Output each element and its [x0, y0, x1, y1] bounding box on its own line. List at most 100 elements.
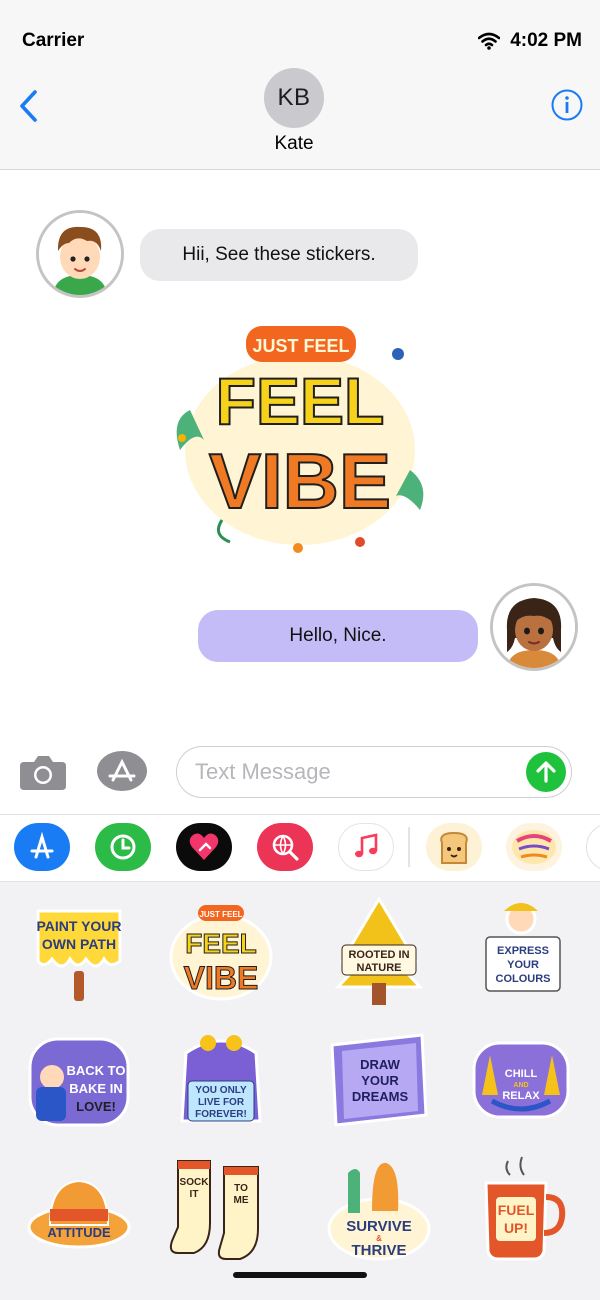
- app-store-button-icon[interactable]: [96, 750, 148, 792]
- sticker-paint-your-own-path[interactable]: PAINT YOUR OWN PATH: [14, 892, 144, 1012]
- composer-bar: [0, 740, 600, 810]
- sticker-line: RELAX: [502, 1090, 540, 1102]
- outgoing-message-bubble[interactable]: Hello, Nice.: [198, 610, 478, 662]
- sticker-vibe-text: VIBE: [209, 437, 391, 525]
- app-store-app[interactable]: [14, 823, 70, 871]
- sticker-line: ME: [234, 1195, 249, 1206]
- sticker-line: BACK TO: [67, 1063, 126, 1078]
- sticker-line: FOREVER!: [195, 1109, 247, 1120]
- send-button[interactable]: [526, 752, 566, 792]
- sticker-line: DREAMS: [352, 1089, 409, 1104]
- camera-icon[interactable]: [18, 752, 68, 792]
- digital-touch-app[interactable]: [176, 823, 232, 871]
- clock: 4:02 PM: [510, 30, 582, 51]
- back-chevron-icon[interactable]: [14, 86, 44, 126]
- home-indicator[interactable]: [233, 1272, 367, 1278]
- sticker-line: SOCK: [180, 1177, 210, 1188]
- my-avatar: [490, 583, 578, 671]
- images-search-app[interactable]: [257, 823, 313, 871]
- sticker-line: FEEL: [185, 928, 257, 959]
- sticker-line: YOUR: [361, 1073, 399, 1088]
- globe-search-icon: [272, 834, 299, 861]
- sticker-attitude[interactable]: ATTITUDE: [14, 1150, 144, 1270]
- sticker-pack-start-where-you-are-app[interactable]: [506, 823, 562, 871]
- sticker-top-text: JUST FEEL: [252, 336, 349, 356]
- sticker-line: SURVIVE: [346, 1218, 412, 1235]
- sticker-line: DRAW: [360, 1057, 400, 1072]
- sticker-line: ATTITUDE: [47, 1225, 111, 1240]
- sticker-back-to-bake-in-love[interactable]: BACK TO BAKE IN LOVE!: [14, 1020, 144, 1140]
- sticker-art: JUST FEEL FEEL VIBE: [169, 905, 273, 1001]
- sticker-line: YOUR: [507, 959, 539, 971]
- sticker-art: YOU ONLY LIVE FOR FOREVER!: [180, 1035, 262, 1123]
- sticker-rooted-in-nature[interactable]: ROOTED IN NATURE: [314, 892, 444, 1012]
- send-arrow-icon: [536, 761, 556, 783]
- sticker-art: ATTITUDE: [27, 1179, 131, 1249]
- sticker-line: COLOURS: [496, 973, 551, 985]
- sticker-art: SURVIVE & THRIVE: [327, 1162, 431, 1261]
- sticker-art: FUEL UP!: [484, 1156, 566, 1261]
- sticker-line: NATURE: [356, 962, 401, 974]
- sticker-you-only-live-for-forever[interactable]: YOU ONLY LIVE FOR FOREVER!: [156, 1020, 286, 1140]
- sticker-art: PAINT YOUR OWN PATH: [36, 909, 122, 1001]
- feel-vibe-sticker[interactable]: JUST FEEL FEEL VIBE: [160, 320, 440, 560]
- sticker-pack-toast-app[interactable]: [426, 823, 482, 871]
- app-store-icon: [30, 831, 54, 859]
- music-note-icon: [355, 833, 378, 858]
- sticker-line: BAKE IN: [69, 1081, 122, 1096]
- conversation-header: KB Kate: [0, 60, 600, 170]
- girl-avatar-illustration: [493, 586, 575, 668]
- sticker-art: ROOTED IN NATURE: [334, 896, 424, 1005]
- sticker-line: CHILL: [505, 1068, 538, 1080]
- sticker-line: THRIVE: [351, 1242, 406, 1259]
- sticker-line: PAINT YOUR: [36, 918, 121, 934]
- sticker-line: EXPRESS: [497, 945, 549, 957]
- sticker-line: IT: [190, 1189, 199, 1200]
- sender-avatar: [36, 210, 124, 298]
- sticker-line: TO: [234, 1183, 248, 1194]
- sticker-grid: PAINT YOUR OWN PATH JUST FEEL FEEL VIBE …: [0, 882, 600, 1300]
- more-apps-partial[interactable]: [586, 823, 600, 871]
- sticker-line: VIBE: [184, 960, 259, 996]
- activity-app[interactable]: [95, 823, 151, 871]
- sticker-line: ROOTED IN: [348, 949, 409, 961]
- sticker-line: AND: [513, 1082, 528, 1089]
- sticker-express-your-colours[interactable]: EXPRESS YOUR COLOURS: [456, 892, 586, 1012]
- sticker-draw-your-dreams[interactable]: DRAW YOUR DREAMS: [314, 1020, 444, 1140]
- status-right: 4:02 PM: [478, 30, 582, 52]
- imessage-app-drawer: [0, 814, 600, 882]
- wifi-icon: [478, 32, 501, 50]
- message-input[interactable]: [195, 757, 515, 787]
- sticker-chill-and-relax[interactable]: CHILL AND RELAX: [456, 1020, 586, 1140]
- carrier-label: Carrier: [22, 30, 85, 51]
- sticker-art: EXPRESS YOUR COLOURS: [485, 903, 561, 992]
- start-where-you-are-icon: [512, 830, 556, 864]
- message-text-field: [176, 746, 572, 798]
- contact-name[interactable]: Kate: [0, 133, 588, 155]
- sticker-art: SOCK IT TO ME: [169, 1160, 259, 1260]
- sticker-line: YOU ONLY: [195, 1085, 247, 1096]
- sticker-survive-and-thrive[interactable]: SURVIVE & THRIVE: [314, 1150, 444, 1270]
- music-app[interactable]: [338, 823, 394, 871]
- sticker-line: LOVE!: [76, 1099, 116, 1114]
- sticker-line: FUEL: [498, 1202, 535, 1218]
- info-icon[interactable]: [550, 88, 584, 122]
- sticker-feel-vibe[interactable]: JUST FEEL FEEL VIBE: [156, 892, 286, 1012]
- sticker-line: UP!: [504, 1220, 528, 1236]
- feel-vibe-sticker-art: JUST FEEL FEEL VIBE: [176, 326, 424, 553]
- boy-avatar-illustration: [39, 213, 121, 295]
- heart-touch-icon: [189, 833, 219, 860]
- sticker-line: JUST FEEL: [199, 910, 242, 919]
- toast-sticker-icon: [440, 831, 468, 864]
- sticker-art: BACK TO BAKE IN LOVE!: [28, 1037, 130, 1127]
- incoming-message-bubble[interactable]: Hii, See these stickers.: [140, 229, 418, 281]
- contact-avatar[interactable]: KB: [264, 68, 324, 128]
- sticker-feel-text: FEEL: [216, 364, 385, 438]
- sticker-sock-it-to-me[interactable]: SOCK IT TO ME: [156, 1150, 286, 1270]
- sticker-fuel-up[interactable]: FUEL UP!: [456, 1150, 586, 1270]
- clock-check-icon: [110, 834, 136, 860]
- sticker-art: CHILL AND RELAX: [472, 1041, 570, 1119]
- app-drawer-divider: [408, 827, 410, 867]
- sticker-art: DRAW YOUR DREAMS: [330, 1033, 428, 1127]
- sticker-line: OWN PATH: [42, 936, 116, 952]
